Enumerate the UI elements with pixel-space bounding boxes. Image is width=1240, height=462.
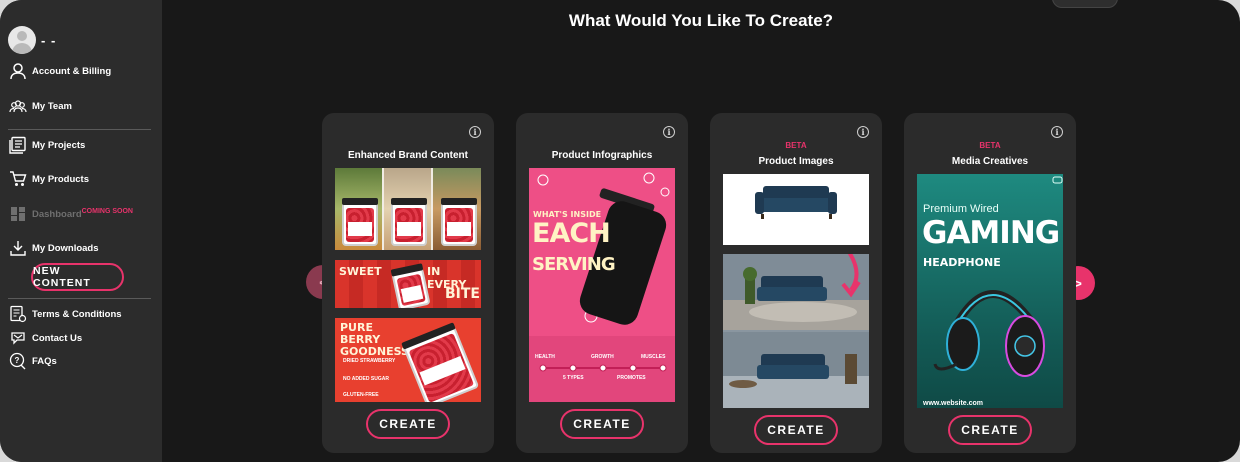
info-icon[interactable]: i (1051, 126, 1063, 138)
sidebar-divider (8, 298, 151, 299)
sidebar-item-label: Dashboard (32, 208, 82, 220)
avatar[interactable] (8, 26, 36, 54)
sidebar-item-label: My Team (32, 100, 72, 112)
projects-icon (9, 136, 27, 154)
sidebar-item-my-team[interactable]: My Team (9, 97, 72, 115)
download-icon (9, 239, 27, 257)
promo-line: GLUTEN-FREE (343, 392, 379, 398)
card-media-creatives[interactable]: i BETA Media Creatives Premium Wired GAM… (904, 113, 1076, 453)
sidebar-item-contact-us[interactable]: Contact Us (9, 329, 82, 347)
beta-badge: BETA (785, 141, 807, 150)
sidebar-item-label: Terms & Conditions (32, 308, 122, 320)
infographic-headline-2: EACH (532, 218, 611, 249)
info-icon[interactable]: i (663, 126, 675, 138)
stat-label: MUSCLES (641, 354, 666, 360)
user-icon (9, 62, 27, 80)
banner-text-3: BITE (445, 286, 480, 302)
app-window: - - Account & Billing My Team My Project… (0, 0, 1240, 462)
top-pill-control[interactable] (1052, 0, 1118, 8)
page-title: What Would You Like To Create? (568, 11, 834, 30)
user-profile[interactable]: - - (8, 26, 56, 54)
stat-label: 5 TYPES (563, 375, 584, 381)
stat-label: PROMOTES (617, 375, 646, 381)
preview-banner-image: SWEET IN EVERY BITE (335, 260, 481, 308)
promo-line: NO ADDED SUGAR (343, 376, 389, 382)
sidebar-item-label: Contact Us (32, 332, 83, 344)
team-icon (9, 97, 27, 115)
create-button[interactable]: CREATE (948, 415, 1032, 445)
info-icon[interactable]: i (469, 126, 481, 138)
create-button[interactable]: CREATE (560, 409, 644, 439)
sidebar-item-my-projects[interactable]: My Projects (9, 136, 85, 154)
stat-label: HEALTH (535, 354, 555, 360)
stat-label: GROWTH (591, 354, 614, 360)
sidebar-item-account-billing[interactable]: Account & Billing (9, 62, 111, 80)
ad-url: www.website.com (923, 400, 984, 407)
card-title: Product Images (758, 156, 834, 167)
coming-soon-badge: COMING SOON (81, 207, 133, 215)
preview-jars-image (335, 168, 481, 250)
sidebar-item-label: FAQs (32, 355, 57, 367)
preview-promo-image: PURE BERRY GOODNESS DRIED STRAWBERRY NO … (335, 318, 481, 402)
sidebar-divider (8, 129, 151, 130)
sidebar-item-terms[interactable]: Terms & Conditions (9, 305, 122, 323)
sidebar-item-my-downloads[interactable]: My Downloads (9, 239, 99, 257)
card-product-infographics[interactable]: i Product Infographics WHAT'S INSIDE EAC… (516, 113, 688, 453)
sidebar-item-faqs[interactable]: ? FAQs (9, 352, 57, 370)
preview-sofa-scene-image (723, 254, 869, 408)
sidebar-item-label: My Products (32, 173, 90, 185)
banner-text: SWEET (339, 265, 382, 278)
sidebar-item-my-products[interactable]: My Products (9, 170, 89, 188)
sidebar-item-label: My Projects (32, 139, 86, 151)
promo-line: DRIED STRAWBERRY (343, 358, 396, 364)
create-button[interactable]: CREATE (754, 415, 838, 445)
preview-infographic-image: WHAT'S INSIDE EACH SERVING HEALTH GROWTH… (529, 168, 675, 402)
preview-sofa-cutout-image (723, 174, 869, 245)
new-content-button[interactable]: NEW CONTENT (31, 263, 124, 291)
sidebar-item-label: Account & Billing (32, 65, 112, 77)
faq-icon: ? (9, 352, 27, 370)
dashboard-icon (9, 205, 27, 223)
infographic-headline-3: SERVING (532, 254, 616, 275)
preview-headphone-ad-image: Premium Wired GAMING HEADPHONE www.websi… (917, 174, 1063, 408)
info-icon[interactable]: i (857, 126, 869, 138)
card-title: Media Creatives (951, 156, 1029, 167)
contact-icon (9, 329, 27, 347)
svg-text:?: ? (15, 356, 20, 365)
promo-title: PURE BERRY GOODNESS (340, 321, 409, 358)
card-title: Product Infographics (551, 150, 653, 161)
sidebar: - - Account & Billing My Team My Project… (0, 0, 162, 462)
sidebar-item-label: My Downloads (32, 242, 99, 254)
beta-badge: BETA (979, 141, 1001, 150)
card-enhanced-brand-content[interactable]: i Enhanced Brand Content SWEET IN EVERY … (322, 113, 494, 453)
sidebar-item-dashboard: Dashboard COMING SOON (9, 205, 133, 223)
card-title: Enhanced Brand Content (347, 150, 468, 161)
terms-icon (9, 305, 27, 323)
user-name: - - (41, 32, 57, 48)
cart-icon (9, 170, 27, 188)
card-product-images[interactable]: i BETA Product Images CREATE (710, 113, 882, 453)
create-button[interactable]: CREATE (366, 409, 450, 439)
